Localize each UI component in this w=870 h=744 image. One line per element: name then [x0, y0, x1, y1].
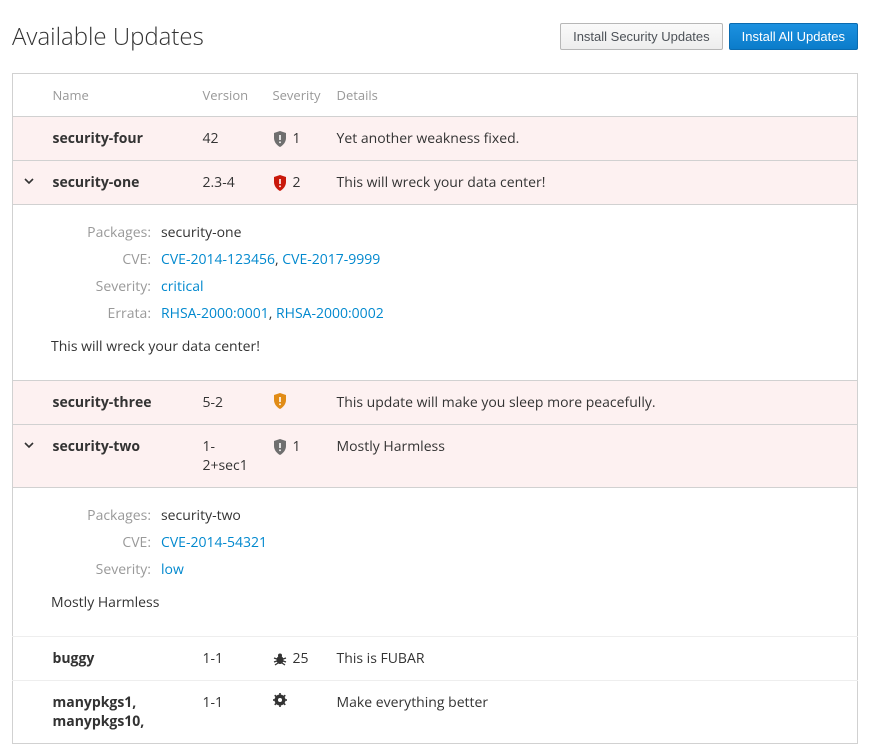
severity-count: 2: [293, 173, 301, 192]
detail-label-cve: CVE:: [31, 250, 151, 269]
detail-cve: CVE-2014-123456, CVE-2017-9999: [161, 250, 839, 269]
table-row[interactable]: manypkgs1, manypkgs10, 1-1 Make everythi…: [13, 681, 858, 744]
row-detail: Packages: security-two CVE: CVE-2014-543…: [13, 488, 858, 637]
cell-version: 42: [195, 117, 265, 161]
chevron-down-icon: [23, 175, 35, 187]
detail-errata: RHSA-2000:0001, RHSA-2000:0002: [161, 304, 839, 323]
cell-details: This will wreck your data center!: [329, 161, 858, 205]
separator: ,: [269, 304, 276, 323]
table-row[interactable]: security-two 1-2+sec1 1 Mostly Harmless: [13, 425, 858, 488]
expand-toggle[interactable]: [13, 117, 45, 161]
severity-link[interactable]: low: [161, 560, 184, 579]
cell-severity: [265, 681, 329, 744]
errata-link[interactable]: RHSA-2000:0002: [276, 304, 384, 323]
cve-link[interactable]: CVE-2017-9999: [282, 250, 380, 269]
cell-name: security-four: [45, 117, 195, 161]
install-security-button[interactable]: Install Security Updates: [560, 23, 723, 50]
shield-icon: [273, 393, 287, 409]
cell-details: Make everything better: [329, 681, 858, 744]
cell-version: 1-2+sec1: [195, 425, 265, 488]
detail-cve: CVE-2014-54321: [161, 533, 839, 552]
header-actions: Install Security Updates Install All Upd…: [560, 23, 858, 50]
cell-details: This update will make you sleep more pea…: [329, 381, 858, 425]
detail-description: This will wreck your data center!: [31, 337, 839, 356]
cell-version: 2.3-4: [195, 161, 265, 205]
cve-link[interactable]: CVE-2014-54321: [161, 533, 267, 552]
cell-severity: 1: [265, 425, 329, 488]
bug-icon: [273, 652, 287, 666]
expand-toggle[interactable]: [13, 637, 45, 681]
severity-count: 1: [293, 437, 301, 456]
expand-toggle[interactable]: [13, 681, 45, 744]
updates-table: Name Version Severity Details security-f…: [12, 73, 858, 744]
shield-icon: [273, 439, 287, 455]
detail-packages: security-one: [161, 223, 839, 242]
col-expand: [13, 74, 45, 117]
detail-label-packages: Packages:: [31, 223, 151, 242]
col-severity: Severity: [265, 74, 329, 117]
cell-version: 5-2: [195, 381, 265, 425]
expand-toggle[interactable]: [13, 381, 45, 425]
cell-name: security-one: [45, 161, 195, 205]
cve-link[interactable]: CVE-2014-123456: [161, 250, 275, 269]
detail-severity: critical: [161, 277, 839, 296]
cell-name: security-three: [45, 381, 195, 425]
expand-toggle[interactable]: [13, 425, 45, 488]
row-detail: Packages: security-one CVE: CVE-2014-123…: [13, 205, 858, 381]
cell-severity: 2: [265, 161, 329, 205]
table-row[interactable]: security-four 42 1 Yet another weakness …: [13, 117, 858, 161]
chevron-down-icon: [23, 439, 35, 451]
col-version: Version: [195, 74, 265, 117]
detail-label-packages: Packages:: [31, 506, 151, 525]
detail-label-severity: Severity:: [31, 277, 151, 296]
detail-severity: low: [161, 560, 839, 579]
detail-label-severity: Severity:: [31, 560, 151, 579]
col-details: Details: [329, 74, 858, 117]
cell-version: 1-1: [195, 681, 265, 744]
expand-toggle[interactable]: [13, 161, 45, 205]
cell-severity: 25: [265, 637, 329, 681]
cell-details: Mostly Harmless: [329, 425, 858, 488]
cell-name: buggy: [45, 637, 195, 681]
detail-label-errata: Errata:: [31, 304, 151, 323]
shield-icon: [273, 131, 287, 147]
cell-severity: 1: [265, 117, 329, 161]
shield-icon: [273, 175, 287, 191]
errata-link[interactable]: RHSA-2000:0001: [161, 304, 269, 323]
cell-version: 1-1: [195, 637, 265, 681]
cell-name: security-two: [45, 425, 195, 488]
table-row[interactable]: security-one 2.3-4 2 This will wreck you…: [13, 161, 858, 205]
table-row[interactable]: security-three 5-2 This update will make…: [13, 381, 858, 425]
severity-count: 1: [293, 129, 301, 148]
cell-severity: [265, 381, 329, 425]
cell-details: This is FUBAR: [329, 637, 858, 681]
col-name: Name: [45, 74, 195, 117]
detail-packages: security-two: [161, 506, 839, 525]
detail-description: Mostly Harmless: [31, 593, 839, 612]
cell-details: Yet another weakness fixed.: [329, 117, 858, 161]
severity-count: 25: [293, 649, 309, 668]
severity-link[interactable]: critical: [161, 277, 204, 296]
cell-name: manypkgs1, manypkgs10,: [45, 681, 195, 744]
table-row[interactable]: buggy 1-1 25 This is FUBAR: [13, 637, 858, 681]
install-all-button[interactable]: Install All Updates: [729, 23, 858, 50]
gear-icon: [273, 693, 287, 707]
page-title: Available Updates: [12, 20, 204, 53]
detail-label-cve: CVE:: [31, 533, 151, 552]
